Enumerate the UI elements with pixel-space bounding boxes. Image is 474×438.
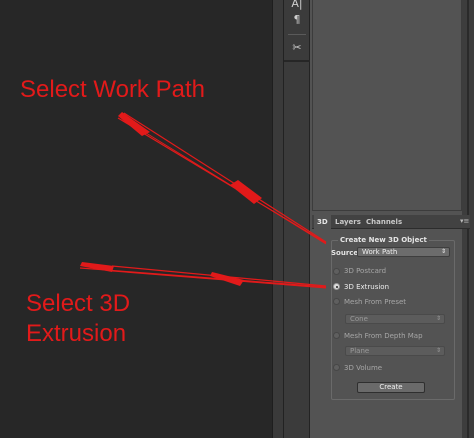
dock-separator bbox=[288, 34, 306, 35]
tab-layers[interactable]: Layers bbox=[332, 215, 364, 229]
chevron-updown-icon: ⇕ bbox=[435, 347, 441, 354]
label-3d-volume: 3D Volume bbox=[344, 364, 383, 372]
radio-mesh-from-depth-map[interactable] bbox=[333, 332, 340, 339]
panel-collapse-strip[interactable] bbox=[272, 0, 284, 438]
character-icon[interactable]: A| bbox=[287, 0, 307, 12]
annotation-extrusion: Extrusion bbox=[26, 320, 127, 347]
tools-icon[interactable]: ✂ bbox=[287, 40, 307, 56]
annotation-select-work-path: Select Work Path bbox=[20, 76, 205, 103]
chevron-updown-icon: ⇕ bbox=[435, 315, 441, 322]
label-mesh-from-depth-map: Mesh From Depth Map bbox=[344, 332, 423, 340]
mesh-depth-value: Plane bbox=[350, 347, 370, 355]
radio-3d-postcard[interactable] bbox=[333, 268, 340, 275]
source-select[interactable]: Work Path ⇕ bbox=[357, 247, 450, 257]
document-canvas[interactable] bbox=[0, 0, 272, 438]
tab-3d[interactable]: 3D bbox=[314, 215, 331, 229]
chevron-updown-icon: ⇕ bbox=[440, 248, 446, 255]
mesh-preset-select[interactable]: Cone ⇕ bbox=[345, 314, 445, 324]
radio-3d-volume[interactable] bbox=[333, 364, 340, 371]
radio-mesh-from-preset[interactable] bbox=[333, 298, 340, 305]
panel-menu-icon[interactable]: ▾≡ bbox=[460, 217, 469, 226]
group-title: Create New 3D Object bbox=[338, 235, 429, 245]
annotation-select-3d: Select 3D bbox=[26, 290, 131, 317]
dock-group-divider bbox=[284, 60, 310, 62]
upper-panel bbox=[312, 0, 462, 211]
mesh-preset-value: Cone bbox=[350, 315, 368, 323]
create-button[interactable]: Create bbox=[357, 382, 425, 393]
mesh-depth-select[interactable]: Plane ⇕ bbox=[345, 346, 445, 356]
label-3d-postcard: 3D Postcard bbox=[344, 267, 387, 275]
source-select-value: Work Path bbox=[362, 248, 398, 256]
tab-channels[interactable]: Channels bbox=[363, 215, 405, 229]
radio-3d-extrusion[interactable] bbox=[333, 283, 340, 290]
paragraph-icon[interactable]: ¶ bbox=[287, 12, 307, 28]
label-3d-extrusion: 3D Extrusion bbox=[344, 283, 390, 291]
label-mesh-from-preset: Mesh From Preset bbox=[344, 298, 407, 306]
panel-icon-dock: A| ¶ ✂ bbox=[284, 0, 310, 438]
panel-tab-bar: 3D Layers Channels ▾≡ bbox=[312, 215, 470, 229]
